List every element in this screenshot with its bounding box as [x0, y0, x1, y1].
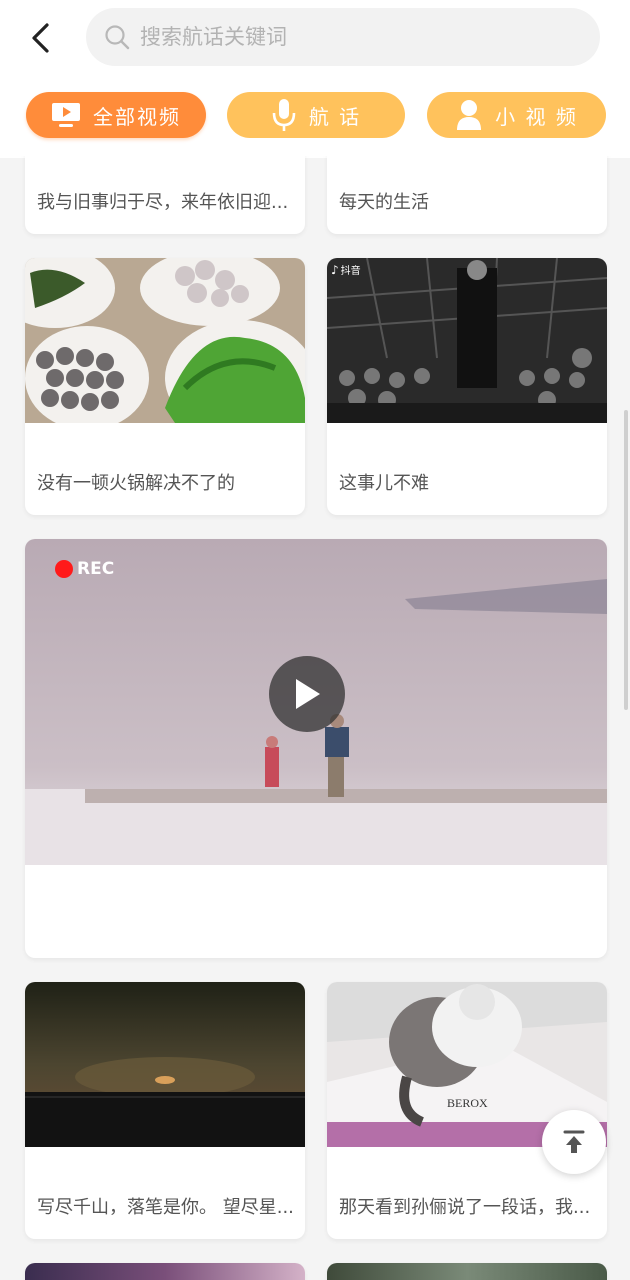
record-dot-icon — [55, 560, 73, 578]
tab-all-videos[interactable]: 全部视频 — [26, 92, 206, 138]
box-print: BEROX — [447, 1096, 488, 1110]
person-icon — [455, 99, 483, 131]
top-bar — [0, 0, 630, 80]
video-title: 没有一顿火锅解决不了的 — [37, 473, 235, 494]
video-icon — [51, 101, 81, 129]
video-card[interactable]: 我与旧事归于尽，来年依旧迎... — [25, 150, 305, 234]
crowd-thumbnail — [327, 258, 607, 423]
search-bar[interactable] — [86, 8, 600, 66]
play-icon — [296, 679, 320, 709]
search-icon — [102, 22, 132, 52]
search-input[interactable] — [140, 25, 560, 49]
video-card[interactable]: 没有一顿火锅解决不了的 — [25, 258, 305, 515]
video-title: 这事儿不难 — [339, 473, 429, 494]
video-card[interactable] — [327, 1263, 607, 1280]
video-title: 我与旧事归于尽，来年依旧迎... — [37, 192, 289, 213]
douyin-icon: ♪ — [331, 262, 339, 277]
douyin-label: 抖音 — [340, 266, 361, 277]
video-card[interactable] — [25, 1263, 305, 1280]
sunset-thumbnail — [25, 982, 305, 1147]
tab-label: 全部视频 — [93, 104, 181, 129]
video-title: 每天的生活 — [339, 192, 429, 213]
video-title: 写尽千山，落笔是你。 望尽星... — [37, 1197, 294, 1218]
tab-short-videos[interactable]: 小 视 频 — [427, 92, 606, 138]
chevron-left-icon — [32, 23, 49, 53]
back-to-top-button[interactable] — [542, 1110, 606, 1174]
arrow-up-icon — [563, 1130, 585, 1153]
rec-label: REC — [77, 559, 115, 579]
play-button[interactable] — [269, 656, 345, 732]
rec-badge: REC — [55, 559, 114, 579]
hotpot-thumbnail — [25, 258, 305, 423]
video-thumbnail — [25, 1263, 305, 1280]
microphone-icon — [271, 98, 297, 132]
back-button[interactable] — [22, 18, 58, 58]
featured-video-card[interactable]: REC — [25, 539, 607, 958]
tab-hanghua[interactable]: 航 话 — [227, 92, 405, 138]
tab-label: 航 话 — [308, 104, 362, 129]
video-card[interactable]: 写尽千山，落笔是你。 望尽星... — [25, 982, 305, 1239]
video-card[interactable]: 每天的生活 — [327, 150, 607, 234]
douyin-watermark: ♪ 抖音 — [331, 262, 361, 278]
category-tabs-overlay: 全部视频 航 话 小 视 频 — [0, 80, 630, 158]
tab-label: 小 视 频 — [495, 104, 578, 129]
video-card[interactable]: ♪ 抖音 这事儿不难 — [327, 258, 607, 515]
video-thumbnail — [327, 1263, 607, 1280]
video-title: 那天看到孙俪说了一段话，我... — [339, 1197, 591, 1218]
scrollbar[interactable] — [624, 410, 628, 710]
